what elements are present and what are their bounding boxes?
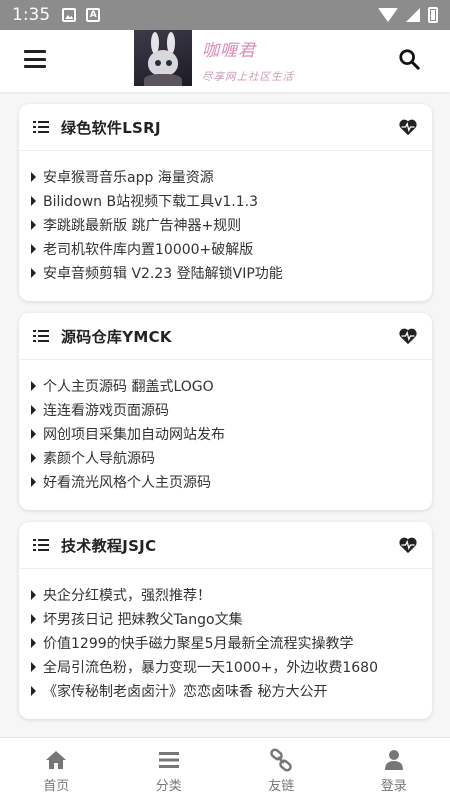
top-app-bar: 咖喱君 尽享网上社区生活 — [0, 30, 450, 92]
section-card-lsrj: 绿色软件LSRJ 安卓猴哥音乐app 海量资源 Bilidown B站视频下载工… — [19, 104, 432, 301]
bottom-nav: 首页 分类 友链 登录 — [0, 737, 450, 800]
wifi-icon — [378, 8, 398, 22]
list-item[interactable]: 央企分红模式，强烈推荐！ — [31, 583, 416, 607]
nav-category[interactable]: 分类 — [113, 738, 226, 800]
list-item[interactable]: 坏男孩日记 把妹教父Tango文集 — [31, 607, 416, 631]
image-icon — [62, 8, 77, 22]
logo-title: 咖喱君 — [202, 41, 256, 61]
nav-label: 登录 — [380, 779, 407, 794]
list-item[interactable]: 安卓音频剪辑 V2.23 登陆解锁VIP功能 — [31, 261, 416, 285]
section-title: 绿色软件LSRJ — [61, 118, 161, 137]
logo-subtitle: 尽享网上社区生活 — [202, 71, 294, 83]
section-title: 源码仓库YMCK — [61, 327, 172, 346]
link-icon — [270, 748, 293, 772]
list-item[interactable]: 《家传秘制老卤卤汁》恋恋卤味香 秘方大公开 — [31, 679, 416, 703]
list-item[interactable]: 安卓猴哥音乐app 海量资源 — [31, 165, 416, 189]
section-header: 源码仓库YMCK — [19, 313, 432, 360]
list-item[interactable]: 连连看游戏页面源码 — [31, 398, 416, 422]
heartbeat-icon[interactable] — [398, 536, 418, 554]
status-time: 1:35 — [12, 5, 51, 25]
nav-label: 首页 — [43, 779, 70, 794]
home-icon — [46, 751, 67, 769]
list-item[interactable]: 价值1299的快手磁力聚星5月最新全流程实操教学 — [31, 631, 416, 655]
a-icon: A — [86, 8, 101, 22]
logo-bunny-image — [134, 30, 192, 86]
list-item[interactable]: 素颜个人导航源码 — [31, 446, 416, 470]
signal-icon — [406, 8, 420, 22]
status-bar: 1:35 A — [0, 0, 450, 30]
search-icon[interactable] — [398, 48, 420, 70]
list-item[interactable]: Bilidown B站视频下载工具v1.1.3 — [31, 189, 416, 213]
list-item[interactable]: 全局引流色粉，暴力变现一天1000+，外边收费1680 — [31, 655, 416, 679]
section-title: 技术教程JSJC — [61, 536, 157, 555]
menu-icon[interactable] — [24, 50, 46, 68]
heartbeat-icon[interactable] — [398, 118, 418, 136]
nav-home[interactable]: 首页 — [0, 738, 113, 800]
list-item[interactable]: 好看流光风格个人主页源码 — [31, 470, 416, 494]
site-logo[interactable]: 咖喱君 尽享网上社区生活 — [134, 30, 316, 86]
section-header: 绿色软件LSRJ — [19, 104, 432, 151]
list-icon — [33, 121, 49, 133]
nav-login[interactable]: 登录 — [338, 738, 450, 800]
battery-icon — [428, 7, 438, 23]
heartbeat-icon[interactable] — [398, 327, 418, 345]
list-item[interactable]: 老司机软件库内置10000+破解版 — [31, 237, 416, 261]
section-card-jsjc: 技术教程JSJC 央企分红模式，强烈推荐！ 坏男孩日记 把妹教父Tango文集 … — [19, 522, 432, 719]
nav-label: 友链 — [268, 779, 295, 794]
nav-label: 分类 — [155, 779, 182, 794]
section-card-ymck: 源码仓库YMCK 个人主页源码 翻盖式LOGO 连连看游戏页面源码 网创项目采集… — [19, 313, 432, 510]
list-icon — [33, 539, 49, 551]
list-icon — [33, 330, 49, 342]
list-item[interactable]: 网创项目采集加自动网站发布 — [31, 422, 416, 446]
user-icon — [384, 750, 403, 770]
section-header: 技术教程JSJC — [19, 522, 432, 569]
category-icon — [158, 752, 179, 768]
nav-links[interactable]: 友链 — [225, 738, 338, 800]
list-item[interactable]: 李跳跳最新版 跳广告神器+规则 — [31, 213, 416, 237]
list-item[interactable]: 个人主页源码 翻盖式LOGO — [31, 374, 416, 398]
